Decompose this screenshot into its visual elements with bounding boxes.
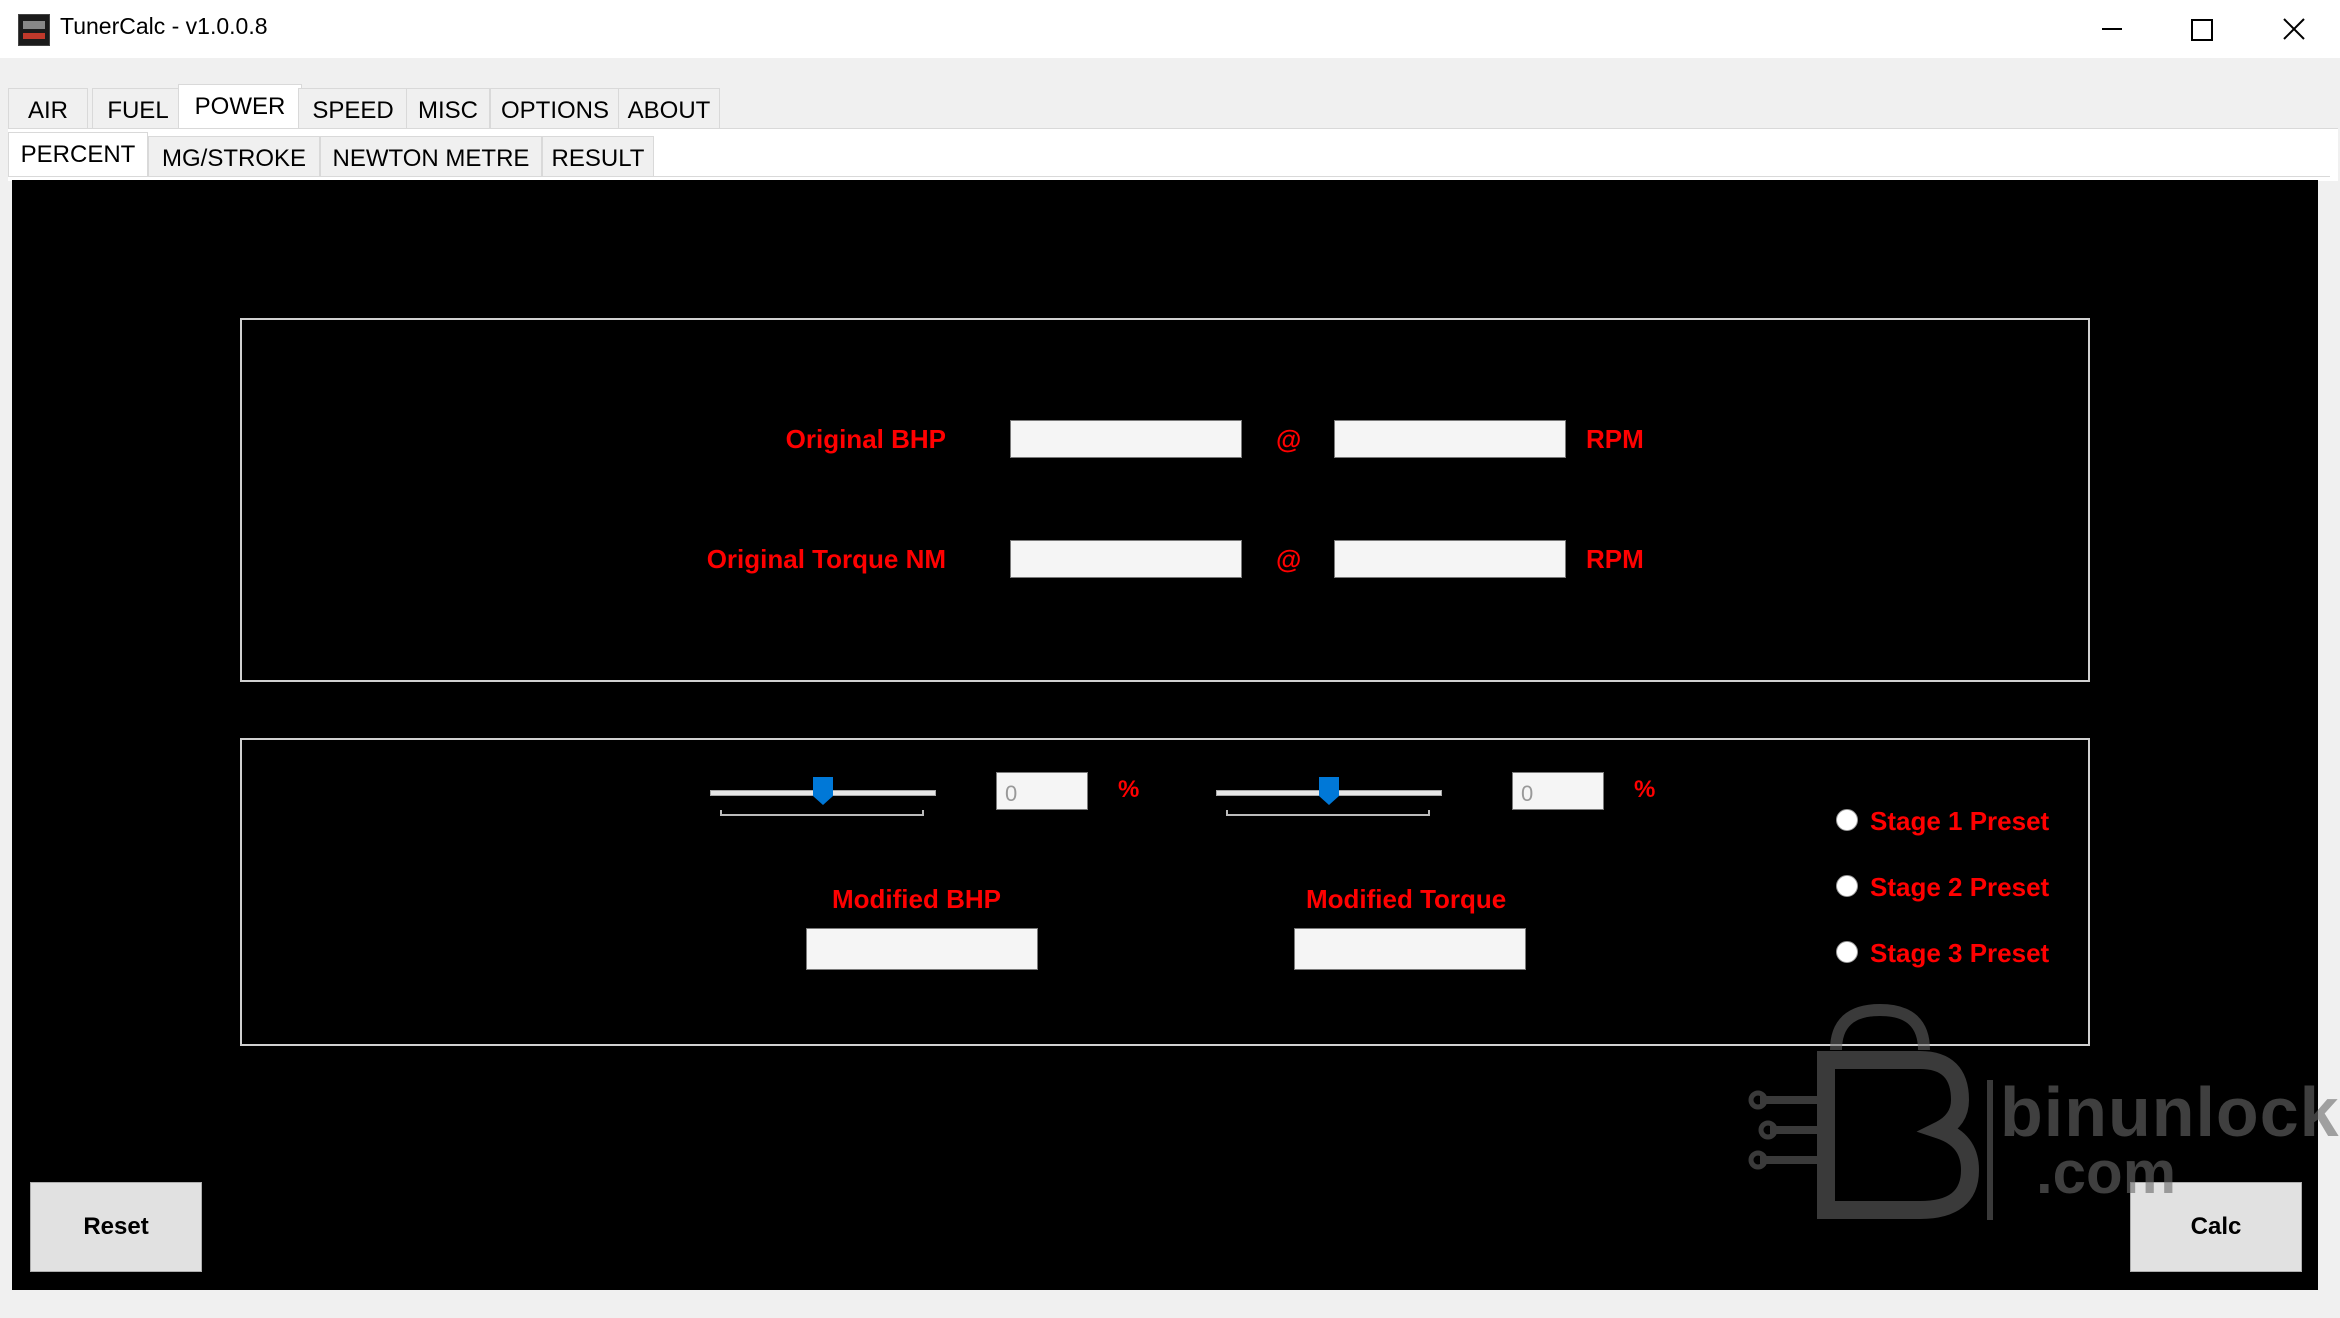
- slider-ticks: [1226, 810, 1430, 816]
- rpm-label: RPM: [1586, 544, 1644, 574]
- preset-label: Stage 2 Preset: [1870, 872, 2050, 902]
- radio-button-icon[interactable]: [1836, 875, 1858, 897]
- slider-thumb[interactable]: [812, 776, 834, 806]
- app-window: TunerCalc - v1.0.0.8 AIR FUEL POWER SPEE…: [0, 0, 2340, 1318]
- modified-bhp-output[interactable]: [806, 928, 1038, 970]
- preset-label: Stage 3 Preset: [1870, 938, 2050, 968]
- tab-label: POWER: [194, 93, 286, 120]
- tab-label: MG/STROKE: [161, 145, 306, 172]
- at-symbol: @: [1276, 544, 1302, 574]
- original-torque-input[interactable]: [1010, 540, 1242, 578]
- torque-percent-slider[interactable]: [1216, 768, 1446, 828]
- tab-label: ABOUT: [627, 97, 711, 124]
- stage-1-preset-radio[interactable]: Stage 1 Preset: [1836, 806, 2076, 840]
- window-bottom-edge: [0, 1296, 2340, 1318]
- bhp-percent-slider[interactable]: [710, 768, 940, 828]
- tab-label: SPEED: [312, 97, 394, 124]
- tab-about[interactable]: ABOUT: [618, 88, 720, 128]
- radio-button-icon[interactable]: [1836, 941, 1858, 963]
- tab-label: AIR: [27, 97, 68, 124]
- tab-air[interactable]: AIR: [8, 88, 88, 128]
- slider-thumb[interactable]: [1318, 776, 1340, 806]
- preset-label: Stage 1 Preset: [1870, 806, 2050, 836]
- original-bhp-input[interactable]: [1010, 420, 1242, 458]
- watermark-text: .com: [2036, 1139, 2177, 1206]
- original-torque-rpm-input[interactable]: [1334, 540, 1566, 578]
- tab-label: RESULT: [551, 145, 645, 172]
- tab-result[interactable]: RESULT: [542, 136, 654, 176]
- tab-fuel[interactable]: FUEL: [92, 88, 184, 128]
- tab-options[interactable]: OPTIONS: [490, 88, 620, 128]
- tab-label: OPTIONS: [500, 97, 609, 124]
- reset-button[interactable]: Reset: [30, 1182, 202, 1272]
- original-values-group: Original BHP @ RPM Original Torque NM @ …: [240, 318, 2090, 682]
- tab-label: FUEL: [107, 97, 169, 124]
- app-logo-icon: [18, 14, 50, 46]
- title-bar[interactable]: TunerCalc - v1.0.0.8: [0, 0, 2340, 58]
- at-symbol: @: [1276, 424, 1302, 454]
- tab-newton-metre[interactable]: NEWTON METRE: [320, 136, 542, 176]
- close-icon: [2283, 18, 2305, 40]
- radio-button-icon[interactable]: [1836, 809, 1858, 831]
- modified-bhp-label: Modified BHP: [832, 884, 1001, 914]
- original-bhp-rpm-input[interactable]: [1334, 420, 1566, 458]
- tab-label: PERCENT: [20, 141, 136, 168]
- window-title: TunerCalc - v1.0.0.8: [60, 13, 268, 39]
- maximize-button[interactable]: [2154, 0, 2246, 58]
- modified-torque-output[interactable]: [1294, 928, 1526, 970]
- torque-percent-input[interactable]: [1512, 772, 1604, 810]
- percent-symbol: %: [1634, 776, 1656, 803]
- tab-speed[interactable]: SPEED: [298, 88, 408, 128]
- stage-2-preset-radio[interactable]: Stage 2 Preset: [1836, 872, 2076, 906]
- tab-mg-stroke[interactable]: MG/STROKE: [148, 136, 320, 176]
- original-torque-label: Original Torque NM: [706, 544, 946, 574]
- stage-3-preset-radio[interactable]: Stage 3 Preset: [1836, 938, 2076, 972]
- modified-torque-label: Modified Torque: [1306, 884, 1507, 914]
- tab-power[interactable]: POWER: [178, 84, 302, 128]
- percent-symbol: %: [1118, 776, 1140, 803]
- tab-percent[interactable]: PERCENT: [8, 132, 148, 176]
- tab-misc[interactable]: MISC: [406, 88, 490, 128]
- slider-ticks: [720, 810, 924, 816]
- rpm-label: RPM: [1586, 424, 1644, 454]
- bhp-percent-input[interactable]: [996, 772, 1088, 810]
- original-bhp-label: Original BHP: [785, 424, 946, 454]
- close-button[interactable]: [2246, 0, 2338, 58]
- minimize-button[interactable]: [2064, 0, 2156, 58]
- tab-label: MISC: [418, 97, 478, 124]
- tab-label: NEWTON METRE: [332, 145, 530, 172]
